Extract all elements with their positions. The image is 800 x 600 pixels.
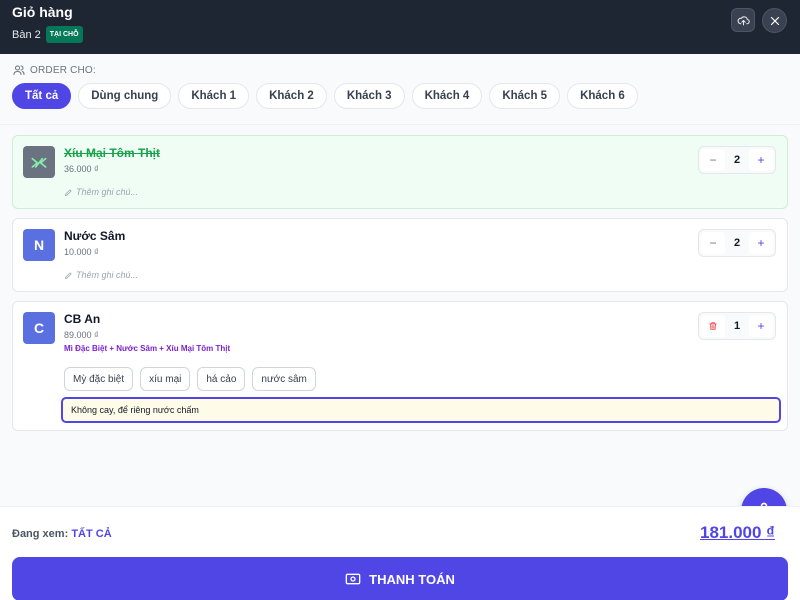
increase-button[interactable]: +: [749, 315, 773, 337]
pencil-icon: [64, 271, 72, 279]
decrease-button[interactable]: −: [701, 149, 725, 171]
viewing-filter: Đang xem: TẤT CẢ: [12, 528, 112, 540]
quantity-value: 1: [733, 320, 741, 332]
dine-in-badge: TẠI CHỖ: [45, 26, 83, 43]
tab-guest-3[interactable]: Khách 3: [333, 83, 405, 109]
item-price: 89.000 ₫: [64, 330, 99, 340]
item-avatar: C: [23, 312, 55, 344]
delete-button[interactable]: [701, 315, 725, 337]
cloud-upload-icon: [737, 15, 750, 25]
quick-note-chip[interactable]: xíu mại: [140, 367, 191, 391]
quantity-stepper: 1 +: [698, 312, 776, 340]
increase-button[interactable]: +: [749, 149, 773, 171]
quick-note-chip[interactable]: há cảo: [197, 367, 246, 391]
decrease-button[interactable]: −: [701, 232, 725, 254]
quantity-value: 2: [733, 237, 741, 249]
tab-shared[interactable]: Dùng chung: [78, 83, 172, 109]
guest-tabs: Tất cả Dùng chung Khách 1 Khách 2 Khách …: [12, 83, 638, 109]
page-title: Giỏ hàng: [12, 4, 73, 20]
close-icon: [770, 16, 779, 25]
quick-note-chip[interactable]: Mỳ đặc biệt: [64, 367, 134, 391]
combo-contents: Mì Đặc Biệt + Nước Sâm + Xíu Mại Tôm Thị…: [64, 344, 231, 353]
item-price: 36.000 ₫: [64, 164, 99, 174]
quick-note-chips: Mỳ đặc biệt xíu mại há cảo nước sâm: [64, 367, 316, 391]
cart-item: N Nước Sâm 10.000 ₫ Thêm ghi chú... − 2 …: [12, 218, 788, 292]
users-icon: [13, 65, 25, 75]
table-info: Bàn 2 TẠI CHỖ: [12, 26, 83, 43]
cart-item: C CB An 89.000 ₫ Mì Đặc Biệt + Nước Sâm …: [12, 301, 788, 431]
cash-icon: [345, 573, 361, 585]
tab-guest-6[interactable]: Khách 6: [567, 83, 638, 109]
trash-icon: [709, 322, 717, 330]
section-divider: [0, 124, 800, 125]
cart-item: Xíu Mại Tôm Thịt 36.000 ₫ Thêm ghi chú..…: [12, 135, 788, 209]
table-name: Bàn 2: [12, 28, 41, 41]
quick-note-chip[interactable]: nước sâm: [252, 367, 316, 391]
checkout-button[interactable]: THANH TOÁN: [12, 557, 788, 600]
order-for-label: ORDER CHO:: [13, 64, 96, 76]
tab-guest-4[interactable]: Khách 4: [411, 83, 483, 109]
add-note-link[interactable]: Thêm ghi chú...: [64, 187, 138, 197]
order-for-section: ORDER CHO: Tất cả Dùng chung Khách 1 Khá…: [0, 54, 800, 124]
viewing-value: TẤT CẢ: [71, 528, 112, 540]
item-image: [23, 146, 55, 178]
tab-guest-1[interactable]: Khách 1: [178, 83, 250, 109]
tab-guest-5[interactable]: Khách 5: [489, 83, 561, 109]
quantity-stepper: − 2 +: [698, 229, 776, 257]
item-name: CB An: [64, 312, 101, 326]
increase-button[interactable]: +: [749, 232, 773, 254]
pencil-icon: [64, 188, 72, 196]
item-name: Xíu Mại Tôm Thịt: [64, 146, 160, 160]
cart-footer: Đang xem: TẤT CẢ 181.000 ₫ THANH TOÁN: [0, 506, 800, 600]
item-avatar: N: [23, 229, 55, 261]
quantity-value: 2: [733, 154, 741, 166]
close-button[interactable]: [762, 8, 787, 33]
tab-guest-2[interactable]: Khách 2: [256, 83, 327, 109]
tab-all[interactable]: Tất cả: [12, 83, 72, 109]
cart-total: 181.000 ₫: [700, 523, 775, 542]
item-note-input[interactable]: [61, 397, 781, 423]
add-note-link[interactable]: Thêm ghi chú...: [64, 270, 138, 280]
item-price: 10.000 ₫: [64, 247, 99, 257]
quantity-stepper: − 2 +: [698, 146, 776, 174]
dish-image-icon: [31, 157, 47, 168]
upload-button[interactable]: [731, 8, 755, 32]
item-name: Nước Sâm: [64, 229, 126, 243]
cart-header: Giỏ hàng Bàn 2 TẠI CHỖ: [0, 0, 800, 54]
